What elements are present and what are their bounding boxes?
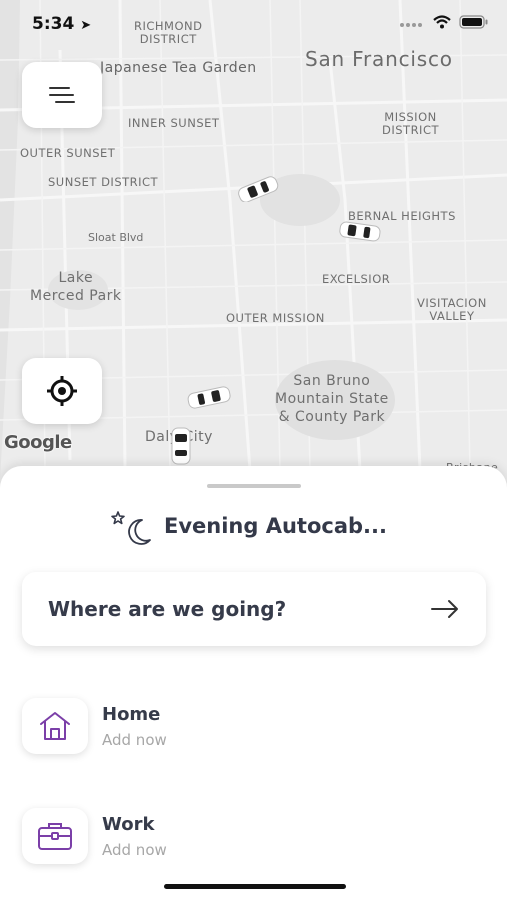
search-prompt: Where are we going? (48, 597, 287, 621)
locate-me-button[interactable] (22, 358, 102, 424)
car-icon (238, 176, 279, 202)
car-icon (171, 427, 191, 465)
place-subtitle: Add now (102, 730, 167, 749)
bottom-sheet: Evening Autocab... Where are we going? H… (0, 466, 507, 900)
map-label-sloat: Sloat Blvd (88, 231, 144, 244)
map-label-lake-merced: Lake Merced Park (30, 270, 122, 304)
place-subtitle: Add now (102, 840, 167, 859)
home-icon-tile (22, 698, 88, 754)
menu-icon (49, 87, 75, 103)
status-time: 5:34 ➤ (32, 14, 91, 34)
saved-place-work[interactable]: Work Add now (22, 806, 462, 866)
greeting: Evening Autocab... (110, 506, 387, 546)
signal-icon (400, 23, 422, 27)
greeting-text: Evening Autocab... (164, 514, 387, 538)
map-view[interactable]: RICHMOND DISTRICT Japanese Tea Garden Sa… (0, 0, 507, 490)
map-label-sunset-district: SUNSET DISTRICT (48, 175, 159, 189)
moon-stars-icon (111, 511, 151, 545)
destination-search-button[interactable]: Where are we going? (22, 572, 486, 646)
home-indicator[interactable] (164, 884, 346, 889)
crosshair-icon (47, 376, 77, 406)
map-label-san-francisco: San Francisco (305, 47, 453, 71)
map-label-inner-sunset: INNER SUNSET (128, 116, 220, 130)
map-label-richmond: RICHMOND DISTRICT (134, 19, 203, 46)
status-icons (399, 15, 489, 29)
map-label-mission: MISSION DISTRICT (382, 110, 440, 137)
location-arrow-icon: ➤ (80, 18, 92, 33)
place-title: Home (102, 703, 161, 725)
status-time-text: 5:34 (32, 14, 75, 34)
battery-icon (459, 15, 488, 29)
car-icon (187, 386, 231, 409)
saved-place-home[interactable]: Home Add now (22, 696, 462, 756)
wifi-icon (433, 15, 451, 29)
map-label-visitacion: VISITACION VALLEY (417, 296, 487, 323)
map-label-outer-sunset: OUTER SUNSET (20, 146, 116, 160)
map-label-tea-garden: Japanese Tea Garden (100, 60, 257, 76)
map-label-san-bruno: San Bruno Mountain State & County Park (275, 373, 389, 425)
map-label-excelsior: EXCELSIOR (322, 272, 391, 286)
google-logo: Google (4, 432, 72, 453)
sheet-grabber[interactable] (207, 484, 301, 488)
briefcase-icon (38, 823, 72, 850)
menu-button[interactable] (22, 62, 102, 128)
arrow-right-icon (431, 600, 458, 618)
map-label-outer-mission: OUTER MISSION (226, 311, 325, 325)
home-icon (40, 712, 70, 740)
work-icon-tile (22, 808, 88, 864)
place-title: Work (102, 813, 155, 835)
car-icon (339, 221, 381, 242)
